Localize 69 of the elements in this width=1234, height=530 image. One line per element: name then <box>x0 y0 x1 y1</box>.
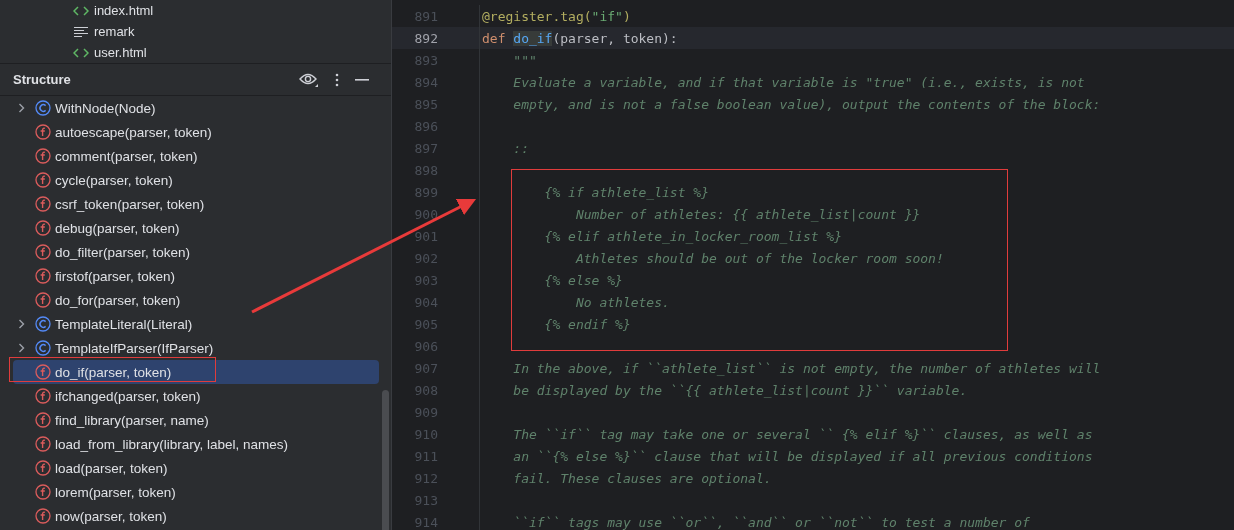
scrollbar[interactable] <box>382 390 389 530</box>
function-icon <box>35 388 51 404</box>
structure-item[interactable]: autoescape(parser, token) <box>13 120 379 144</box>
code-line: be displayed by the ``{{ athlete_list|count }}`` variable. <box>512 382 968 398</box>
structure-item[interactable]: TemplateLiteral(Literal) <box>13 312 379 336</box>
structure-item[interactable]: comment(parser, token) <box>13 144 379 168</box>
class-icon <box>35 100 51 116</box>
function-icon <box>35 484 51 500</box>
code-line: Evaluate a variable, and if that variable is "true" (i.e., exists, is not <box>512 74 1085 90</box>
structure-item[interactable]: do_filter(parser, token) <box>13 240 379 264</box>
code-line: No athletes. <box>574 294 670 310</box>
function-icon <box>35 196 51 212</box>
code-line: @register.tag("if") <box>482 8 631 24</box>
more-options-icon[interactable] <box>335 72 339 87</box>
file-name[interactable]: remark <box>94 24 135 39</box>
code-line: """ <box>512 52 537 68</box>
function-icon <box>35 292 51 308</box>
chevron-icon[interactable] <box>18 319 25 329</box>
structure-item[interactable]: debug(parser, token) <box>13 216 379 240</box>
function-icon <box>35 268 51 284</box>
panel-title: Structure <box>13 72 71 87</box>
function-icon <box>35 172 51 188</box>
file-name[interactable]: index.html <box>94 3 154 18</box>
code-line: {% elif athlete_in_locker_room_list %} <box>543 228 843 244</box>
class-icon <box>35 340 51 356</box>
code-line: {% endif %} <box>543 316 631 332</box>
code-line: empty, and is not a false boolean value), output the contents of the block: <box>512 96 1101 112</box>
code-line: In the above, if ``athlete_list`` is not empty, the number of athletes will <box>512 360 1101 376</box>
function-icon <box>35 460 51 476</box>
structure-item[interactable]: do_for(parser, token) <box>13 288 379 312</box>
code-line: {% if athlete_list %} <box>543 184 709 200</box>
function-icon <box>35 124 51 140</box>
line-number: 892 <box>413 30 438 46</box>
code-line: an ``{% else %}`` clause that will be displayed if all previous conditions <box>512 448 1093 464</box>
function-icon <box>35 148 51 164</box>
file-name[interactable]: user.html <box>94 45 147 60</box>
structure-item[interactable]: ifchanged(parser, token) <box>13 384 379 408</box>
code-line: {% else %} <box>543 272 623 288</box>
code-line: ``if`` tags may use ``or``, ``and`` or ``not`` to test a number of <box>512 514 1030 530</box>
html-file-icon <box>73 47 89 58</box>
structure-item[interactable]: lorem(parser, token) <box>13 480 379 504</box>
minimize-icon[interactable] <box>355 78 369 81</box>
code-line: Athletes should be out of the locker room soon! <box>574 250 944 266</box>
structure-item[interactable]: TemplateIfParser(IfParser) <box>13 336 379 360</box>
structure-item[interactable]: find_library(parser, name) <box>13 408 379 432</box>
code-line: :: <box>512 140 529 156</box>
class-icon <box>35 316 51 332</box>
function-icon <box>35 220 51 236</box>
structure-item[interactable]: load_from_library(library, label, names) <box>13 432 379 456</box>
structure-item[interactable]: load(parser, token) <box>13 456 379 480</box>
chevron-icon[interactable] <box>18 103 25 113</box>
code-line: fail. These clauses are optional. <box>512 470 772 486</box>
html-file-icon <box>73 5 89 16</box>
function-icon <box>35 508 51 524</box>
function-icon <box>35 244 51 260</box>
structure-item[interactable]: cycle(parser, token) <box>13 168 379 192</box>
structure-item[interactable]: firstof(parser, token) <box>13 264 379 288</box>
structure-item[interactable]: WithNode(Node) <box>13 96 379 120</box>
function-icon <box>35 364 51 380</box>
eye-icon[interactable] <box>299 71 319 88</box>
function-icon <box>35 436 51 452</box>
code-line: def do_if(parser, token): <box>482 30 678 46</box>
code-line: The ``if`` tag may take one or several `` {% elif %}`` clauses, as well as <box>512 426 1093 442</box>
structure-item[interactable]: now(parser, token) <box>13 504 379 528</box>
code-line: Number of athletes: {{ athlete_list|count }} <box>574 206 921 222</box>
chevron-icon[interactable] <box>18 343 25 353</box>
text-file-icon <box>73 25 89 38</box>
function-icon <box>35 412 51 428</box>
structure-item[interactable]: csrf_token(parser, token) <box>13 192 379 216</box>
